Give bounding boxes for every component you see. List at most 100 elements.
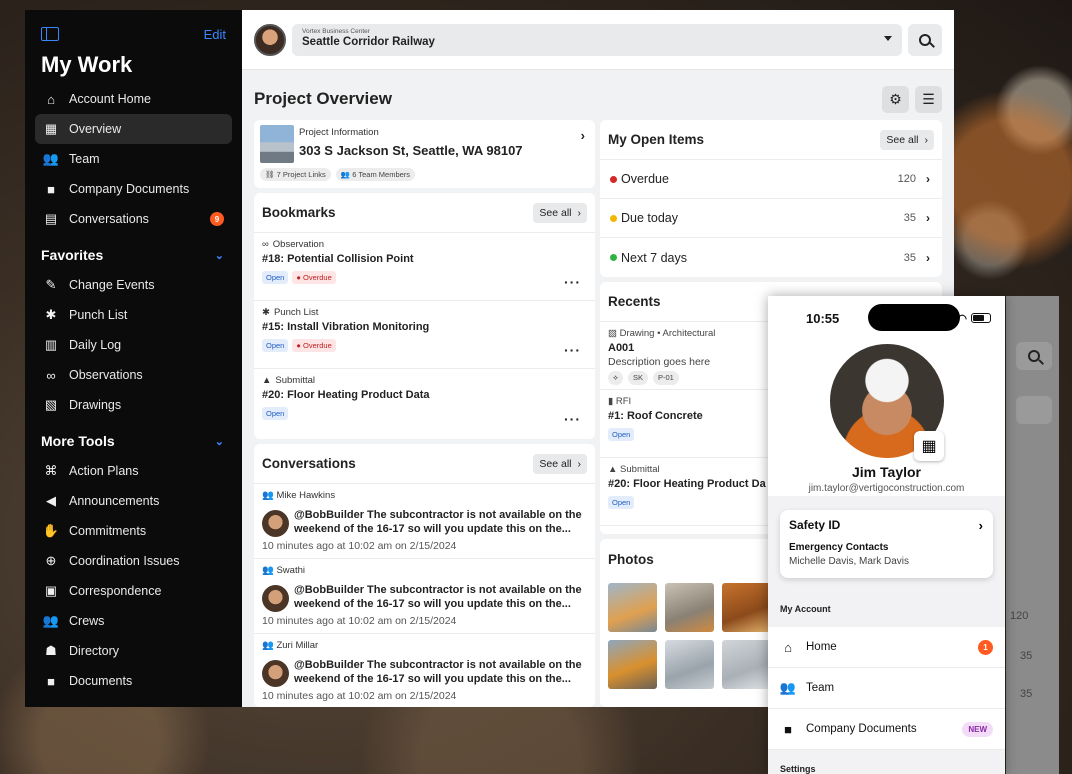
favorites-section-header[interactable]: Favorites ⌄ [35, 240, 232, 270]
conversation-item[interactable]: 👥 Swathi @BobBuilder The subcontractor i… [254, 559, 595, 634]
account-menu: ⌂ Home 1 👥 Team ■ Company Documents NEW [768, 627, 1005, 750]
section-label: Favorites [41, 247, 104, 263]
item-type-label: Submittal [275, 375, 316, 386]
profile-header: ▦ Jim Taylor jim.taylor@vertigoconstruct… [768, 340, 1005, 496]
open-items-card: My Open Items See all › Overdue 120 › Due… [600, 120, 942, 277]
more-tools-section-header[interactable]: More Tools ⌄ [35, 426, 232, 456]
sidebar-item-daily-log[interactable]: ▥ Daily Log [35, 330, 232, 360]
sidebar-item-commitments[interactable]: ✋ Commitments [35, 516, 232, 546]
sidebar-item-drawings[interactable]: ▧ Drawings [35, 390, 232, 420]
sidebar-toggle-icon[interactable] [41, 27, 59, 41]
sidebar-item-punch-list[interactable]: ✱ Punch List [35, 300, 232, 330]
project-information-card[interactable]: Project Information 303 S Jackson St, Se… [254, 120, 595, 188]
overdue-badge: ● Overdue [292, 271, 336, 284]
sidebar-item-crews[interactable]: 👥 Crews [35, 606, 232, 636]
sidebar-item-action-plans[interactable]: ⌘ Action Plans [35, 456, 232, 486]
sidebar-item-documents[interactable]: ■ Documents [35, 666, 232, 696]
bookmarks-card: Bookmarks See all › ∞ Observation #18: Pot… [254, 193, 595, 439]
status-badge: Open [262, 271, 289, 284]
safety-id-card[interactable]: Safety ID › Emergency Contacts Michelle … [780, 510, 993, 578]
sidebar-item-conversations[interactable]: ▤ Conversations 9 [35, 204, 232, 234]
more-options-icon[interactable]: ··· [564, 342, 581, 358]
item-title: #15: Install Vibration Monitoring [262, 321, 430, 333]
open-items-row-due-today[interactable]: Due today 35 › [600, 199, 942, 238]
conversation-item[interactable]: 👥 Mike Hawkins @BobBuilder The subcontra… [254, 484, 595, 559]
conversation-item[interactable]: 👥 Zuri Millar @BobBuilder The subcontrac… [254, 634, 595, 707]
participant-name: 👥 Swathi [262, 565, 305, 576]
open-items-row-next-7-days[interactable]: Next 7 days 35 › [600, 238, 942, 277]
action-plans-icon: ⌘ [44, 463, 58, 478]
photo-thumbnail[interactable] [608, 640, 657, 689]
search-button[interactable] [908, 23, 942, 56]
see-all-button[interactable]: See all › [880, 129, 934, 150]
notification-badge: 9 [210, 212, 224, 226]
project-selector[interactable]: Vortex Business Center Seattle Corridor … [292, 23, 902, 56]
status-badge: Open [608, 428, 635, 441]
row-count: 35 [903, 212, 916, 224]
item-tags: Open ● Overdue [262, 339, 587, 352]
sidebar-item-label: Correspondence [69, 584, 162, 598]
account-item-team[interactable]: 👥 Team [768, 668, 1005, 709]
status-dot [610, 254, 617, 261]
sidebar-item-observations[interactable]: ∞ Observations [35, 360, 232, 390]
message-preview: @BobBuilder The subcontractor is not ava… [294, 509, 582, 535]
project-links-chip[interactable]: ⛓ 7 Project Links [260, 168, 331, 181]
item-title: #18: Potential Collision Point [262, 253, 414, 265]
overdue-badge: ● Overdue [292, 339, 336, 352]
sidebar-item-company-documents[interactable]: ■ Company Documents [35, 174, 232, 204]
company-name: Vortex Business Center [302, 27, 370, 35]
project-chips: ⛓ 7 Project Links 👥 6 Team Members [260, 168, 416, 181]
sidebar-item-directory[interactable]: ☗ Directory [35, 636, 232, 666]
filter-button[interactable]: ☰ [915, 85, 942, 113]
submittal-icon: ▲ [262, 375, 272, 386]
sidebar-item-coordination-issues[interactable]: ⊕ Coordination Issues [35, 546, 232, 576]
team-members-chip[interactable]: 👥 6 Team Members [335, 168, 416, 181]
name-label: Zuri Millar [276, 640, 319, 651]
avatar[interactable] [254, 23, 286, 56]
building-icon: ▦ [44, 121, 58, 136]
account-item-label: Company Documents [806, 723, 917, 735]
chevron-down-icon: ⌄ [214, 435, 224, 448]
photo-thumbnail[interactable] [665, 583, 714, 632]
more-options-icon[interactable]: ··· [564, 411, 581, 427]
row-label: Overdue [621, 172, 669, 186]
sidebar-item-change-events[interactable]: ✎ Change Events [35, 270, 232, 300]
sidebar-item-label: Coordination Issues [69, 554, 180, 568]
qr-code-icon: ▦ [921, 438, 937, 455]
name-label: Mike Hawkins [276, 490, 336, 501]
list-item[interactable]: ✱ Punch List #15: Install Vibration Monit… [254, 301, 595, 369]
settings-button[interactable]: ⚙ [882, 85, 909, 113]
sidebar-item-account-home[interactable]: ⌂ Account Home [35, 84, 232, 114]
item-type-label: Submittal [620, 464, 660, 475]
qr-code-button[interactable]: ▦ [914, 431, 944, 461]
chip: P-01 [652, 371, 679, 385]
account-item-home[interactable]: ⌂ Home 1 [768, 627, 1005, 668]
photo-thumbnail[interactable] [722, 640, 771, 689]
sidebar-item-correspondence[interactable]: ▣ Correspondence [35, 576, 232, 606]
list-item[interactable]: ∞ Observation #18: Potential Collision Po… [254, 233, 595, 301]
account-item-company-documents[interactable]: ■ Company Documents NEW [768, 709, 1005, 750]
megaphone-icon: ◀ [46, 493, 56, 508]
see-all-button[interactable]: See all › [533, 453, 587, 474]
row-label: Due today [621, 211, 678, 225]
background-tablet-edge: 120 35 35 [1006, 296, 1059, 774]
conversations-card: Conversations See all › 👥 Mike Hawkins @B… [254, 444, 595, 707]
edit-button[interactable]: Edit [204, 27, 226, 42]
sidebar-item-label: Conversations [69, 212, 149, 226]
sidebar-item-team[interactable]: 👥 Team [35, 144, 232, 174]
sidebar-item-announcements[interactable]: ◀ Announcements [35, 486, 232, 516]
photo-thumbnail[interactable] [608, 583, 657, 632]
sidebar-item-overview[interactable]: ▦ Overview [35, 114, 232, 144]
card-header: Conversations See all › [254, 444, 595, 484]
open-items-row-overdue[interactable]: Overdue 120 › [600, 160, 942, 199]
photo-thumbnail[interactable] [665, 640, 714, 689]
photo-thumbnail[interactable] [722, 583, 771, 632]
project-name: Seattle Corridor Railway [302, 35, 435, 48]
more-options-icon[interactable]: ··· [564, 274, 581, 290]
row-count: 35 [903, 251, 916, 264]
top-bar: Vortex Business Center Seattle Corridor … [242, 10, 954, 70]
item-type: ∞ Observation [262, 239, 587, 250]
see-all-button[interactable]: See all › [533, 202, 587, 223]
timestamp: 10 minutes ago at 10:02 am on 2/15/2024 [262, 540, 457, 552]
list-item[interactable]: ▲ Submittal #20: Floor Heating Product Da… [254, 369, 595, 437]
